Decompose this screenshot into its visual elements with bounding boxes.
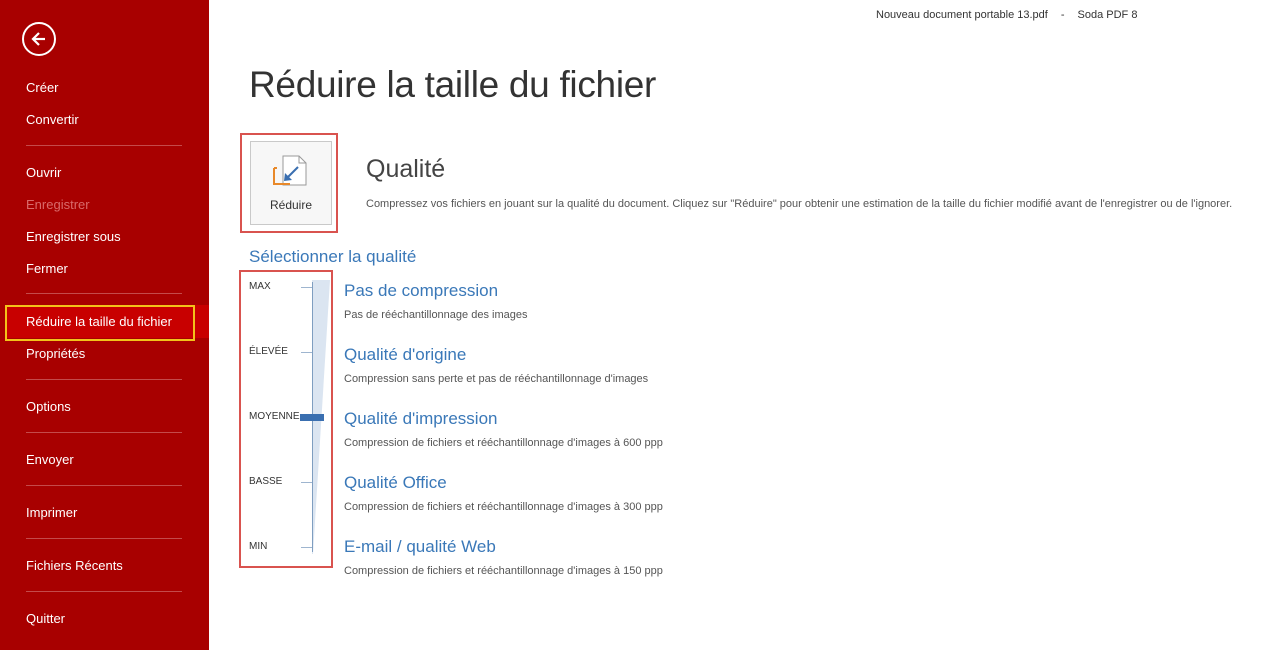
sidebar-divider [26,145,182,146]
sidebar-divider [26,538,182,539]
reduce-button[interactable]: Réduire [250,141,332,225]
slider-tick [301,287,312,288]
quality-description: Compressez vos fichiers en jouant sur la… [366,198,1233,210]
option-pas-de-compression[interactable]: Pas de compression [344,281,498,301]
slider-level-basse: BASSE [249,476,283,487]
sidebar-divider [26,591,182,592]
sidebar-item-proprietes[interactable]: Propriétés [26,346,85,361]
sidebar-item-imprimer[interactable]: Imprimer [26,505,77,520]
sidebar-item-fichiers-recents[interactable]: Fichiers Récents [26,558,123,573]
document-name: Nouveau document portable 13.pdf [876,9,1048,21]
option-description: Compression de fichiers et rééchantillon… [344,437,663,449]
slider-level-moyenne: MOYENNE [249,411,300,422]
option-qualite-impression[interactable]: Qualité d'impression [344,409,497,429]
option-qualite-origine[interactable]: Qualité d'origine [344,345,466,365]
sidebar-item-enregistrer: Enregistrer [26,197,90,212]
sidebar-divider [26,432,182,433]
sidebar-item-convertir[interactable]: Convertir [26,112,79,127]
slider-level-min: MIN [249,541,268,552]
option-description: Compression de fichiers et rééchantillon… [344,565,663,577]
sidebar-item-creer[interactable]: Créer [26,80,59,95]
reduce-button-label: Réduire [269,198,313,212]
quality-slider-thumb[interactable] [300,414,324,421]
title-separator: - [1060,9,1065,21]
slider-tick [301,352,312,353]
sidebar: Créer Convertir Ouvrir Enregistrer Enreg… [0,0,209,650]
back-button[interactable] [22,22,56,56]
option-description: Pas de rééchantillonnage des images [344,309,528,321]
slider-tick [301,547,312,548]
sidebar-item-enregistrer-sous[interactable]: Enregistrer sous [26,229,121,244]
sidebar-item-ouvrir[interactable]: Ouvrir [26,165,61,180]
sidebar-divider [26,379,182,380]
slider-tick [301,482,312,483]
window-title: Nouveau document portable 13.pdf - Soda PD… [876,9,1137,21]
sidebar-item-reduire-taille[interactable]: Réduire la taille du fichier [26,314,172,329]
quality-heading: Qualité [366,155,446,183]
sidebar-divider [26,293,182,294]
sidebar-item-options[interactable]: Options [26,399,71,414]
back-arrow-icon [31,32,45,46]
compress-file-icon [273,155,307,186]
app-name: Soda PDF 8 [1077,9,1138,21]
slider-level-elevee: ÉLEVÉE [249,346,288,357]
option-description: Compression de fichiers et rééchantillon… [344,501,663,513]
option-qualite-office[interactable]: Qualité Office [344,473,447,493]
app-window: Créer Convertir Ouvrir Enregistrer Enreg… [0,0,1271,650]
slider-level-max: MAX [249,281,271,292]
sidebar-divider [26,485,182,486]
option-description: Compression sans perte et pas de rééchan… [344,373,649,385]
sidebar-item-envoyer[interactable]: Envoyer [26,452,74,467]
sidebar-item-fermer[interactable]: Fermer [26,261,68,276]
option-email-web[interactable]: E-mail / qualité Web [344,537,496,557]
sidebar-item-quitter[interactable]: Quitter [26,611,65,626]
page-title: Réduire la taille du fichier [249,64,657,105]
select-quality-heading: Sélectionner la qualité [249,247,417,266]
